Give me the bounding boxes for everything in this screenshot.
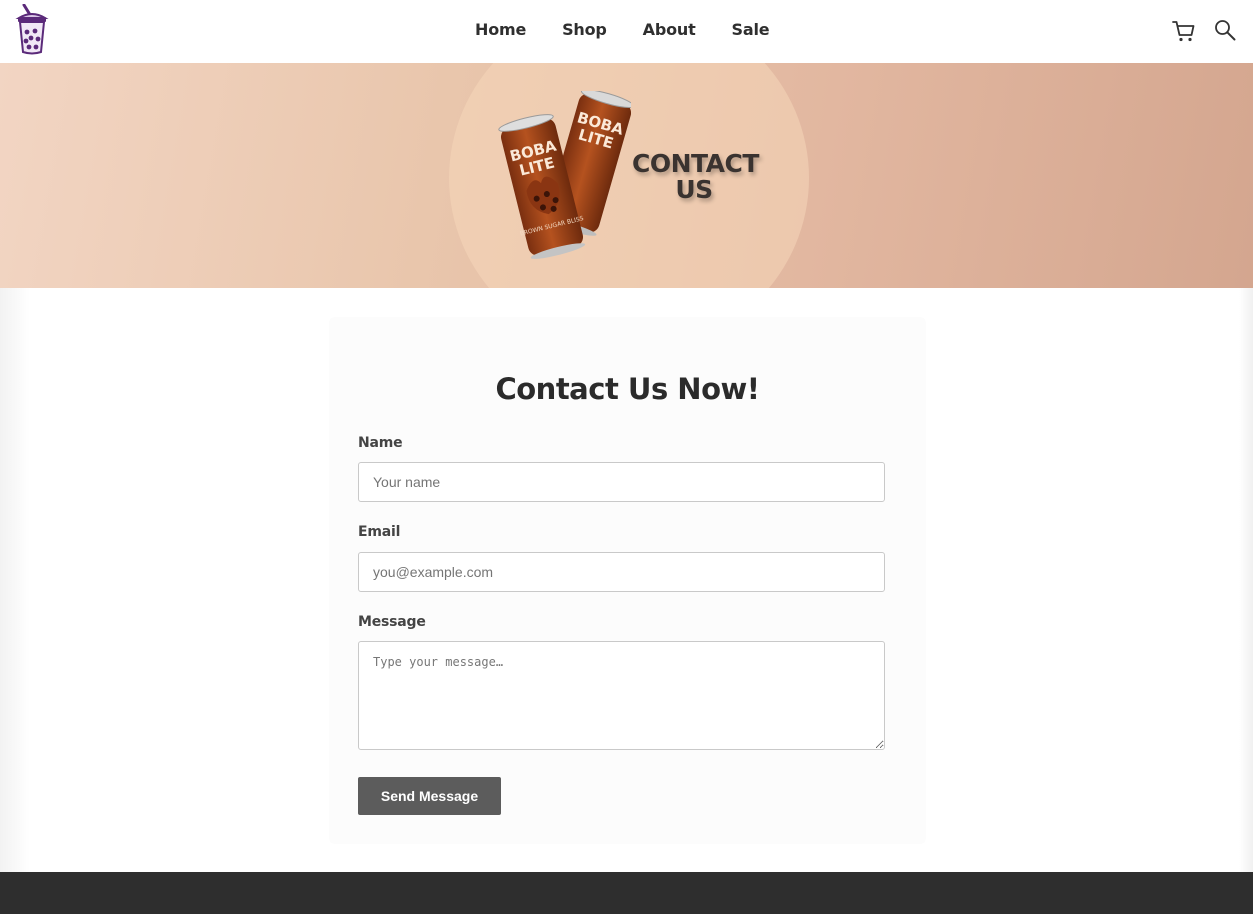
nav-link-home[interactable]: Home <box>475 20 526 39</box>
search-icon[interactable] <box>1214 19 1236 41</box>
send-message-button[interactable]: Send Message <box>358 777 501 815</box>
nav-link-about[interactable]: About <box>643 20 696 39</box>
hero-title: CONTACT US <box>632 149 759 204</box>
email-label: Email <box>358 524 401 540</box>
name-input[interactable] <box>358 462 885 502</box>
right-edge-shade <box>1239 288 1253 872</box>
nav-link-sale[interactable]: Sale <box>732 20 770 39</box>
boba-cup-logo-icon[interactable] <box>14 4 50 56</box>
form-heading: Contact Us Now! <box>495 372 760 406</box>
message-label: Message <box>358 614 426 630</box>
hero-title-line2: US <box>675 175 713 204</box>
cart-icon[interactable] <box>1172 19 1196 43</box>
hero-title-line1: CONTACT <box>632 149 759 178</box>
contact-form-card: Contact Us Now! Name Email Message Send … <box>329 317 926 844</box>
left-edge-shade <box>0 288 30 872</box>
email-input[interactable] <box>358 552 885 592</box>
message-textarea[interactable] <box>358 641 885 750</box>
main-nav: Home Shop About Sale <box>475 20 770 39</box>
nav-link-shop[interactable]: Shop <box>562 20 607 39</box>
name-label: Name <box>358 435 403 451</box>
page-footer <box>0 872 1253 914</box>
hero-banner: BOBA LITE BOBA LITE BROWN SUGAR BLISS CO… <box>0 63 1253 288</box>
top-navbar: Home Shop About Sale <box>0 0 1253 63</box>
boba-cans-image: BOBA LITE BOBA LITE BROWN SUGAR BLISS <box>498 91 631 259</box>
